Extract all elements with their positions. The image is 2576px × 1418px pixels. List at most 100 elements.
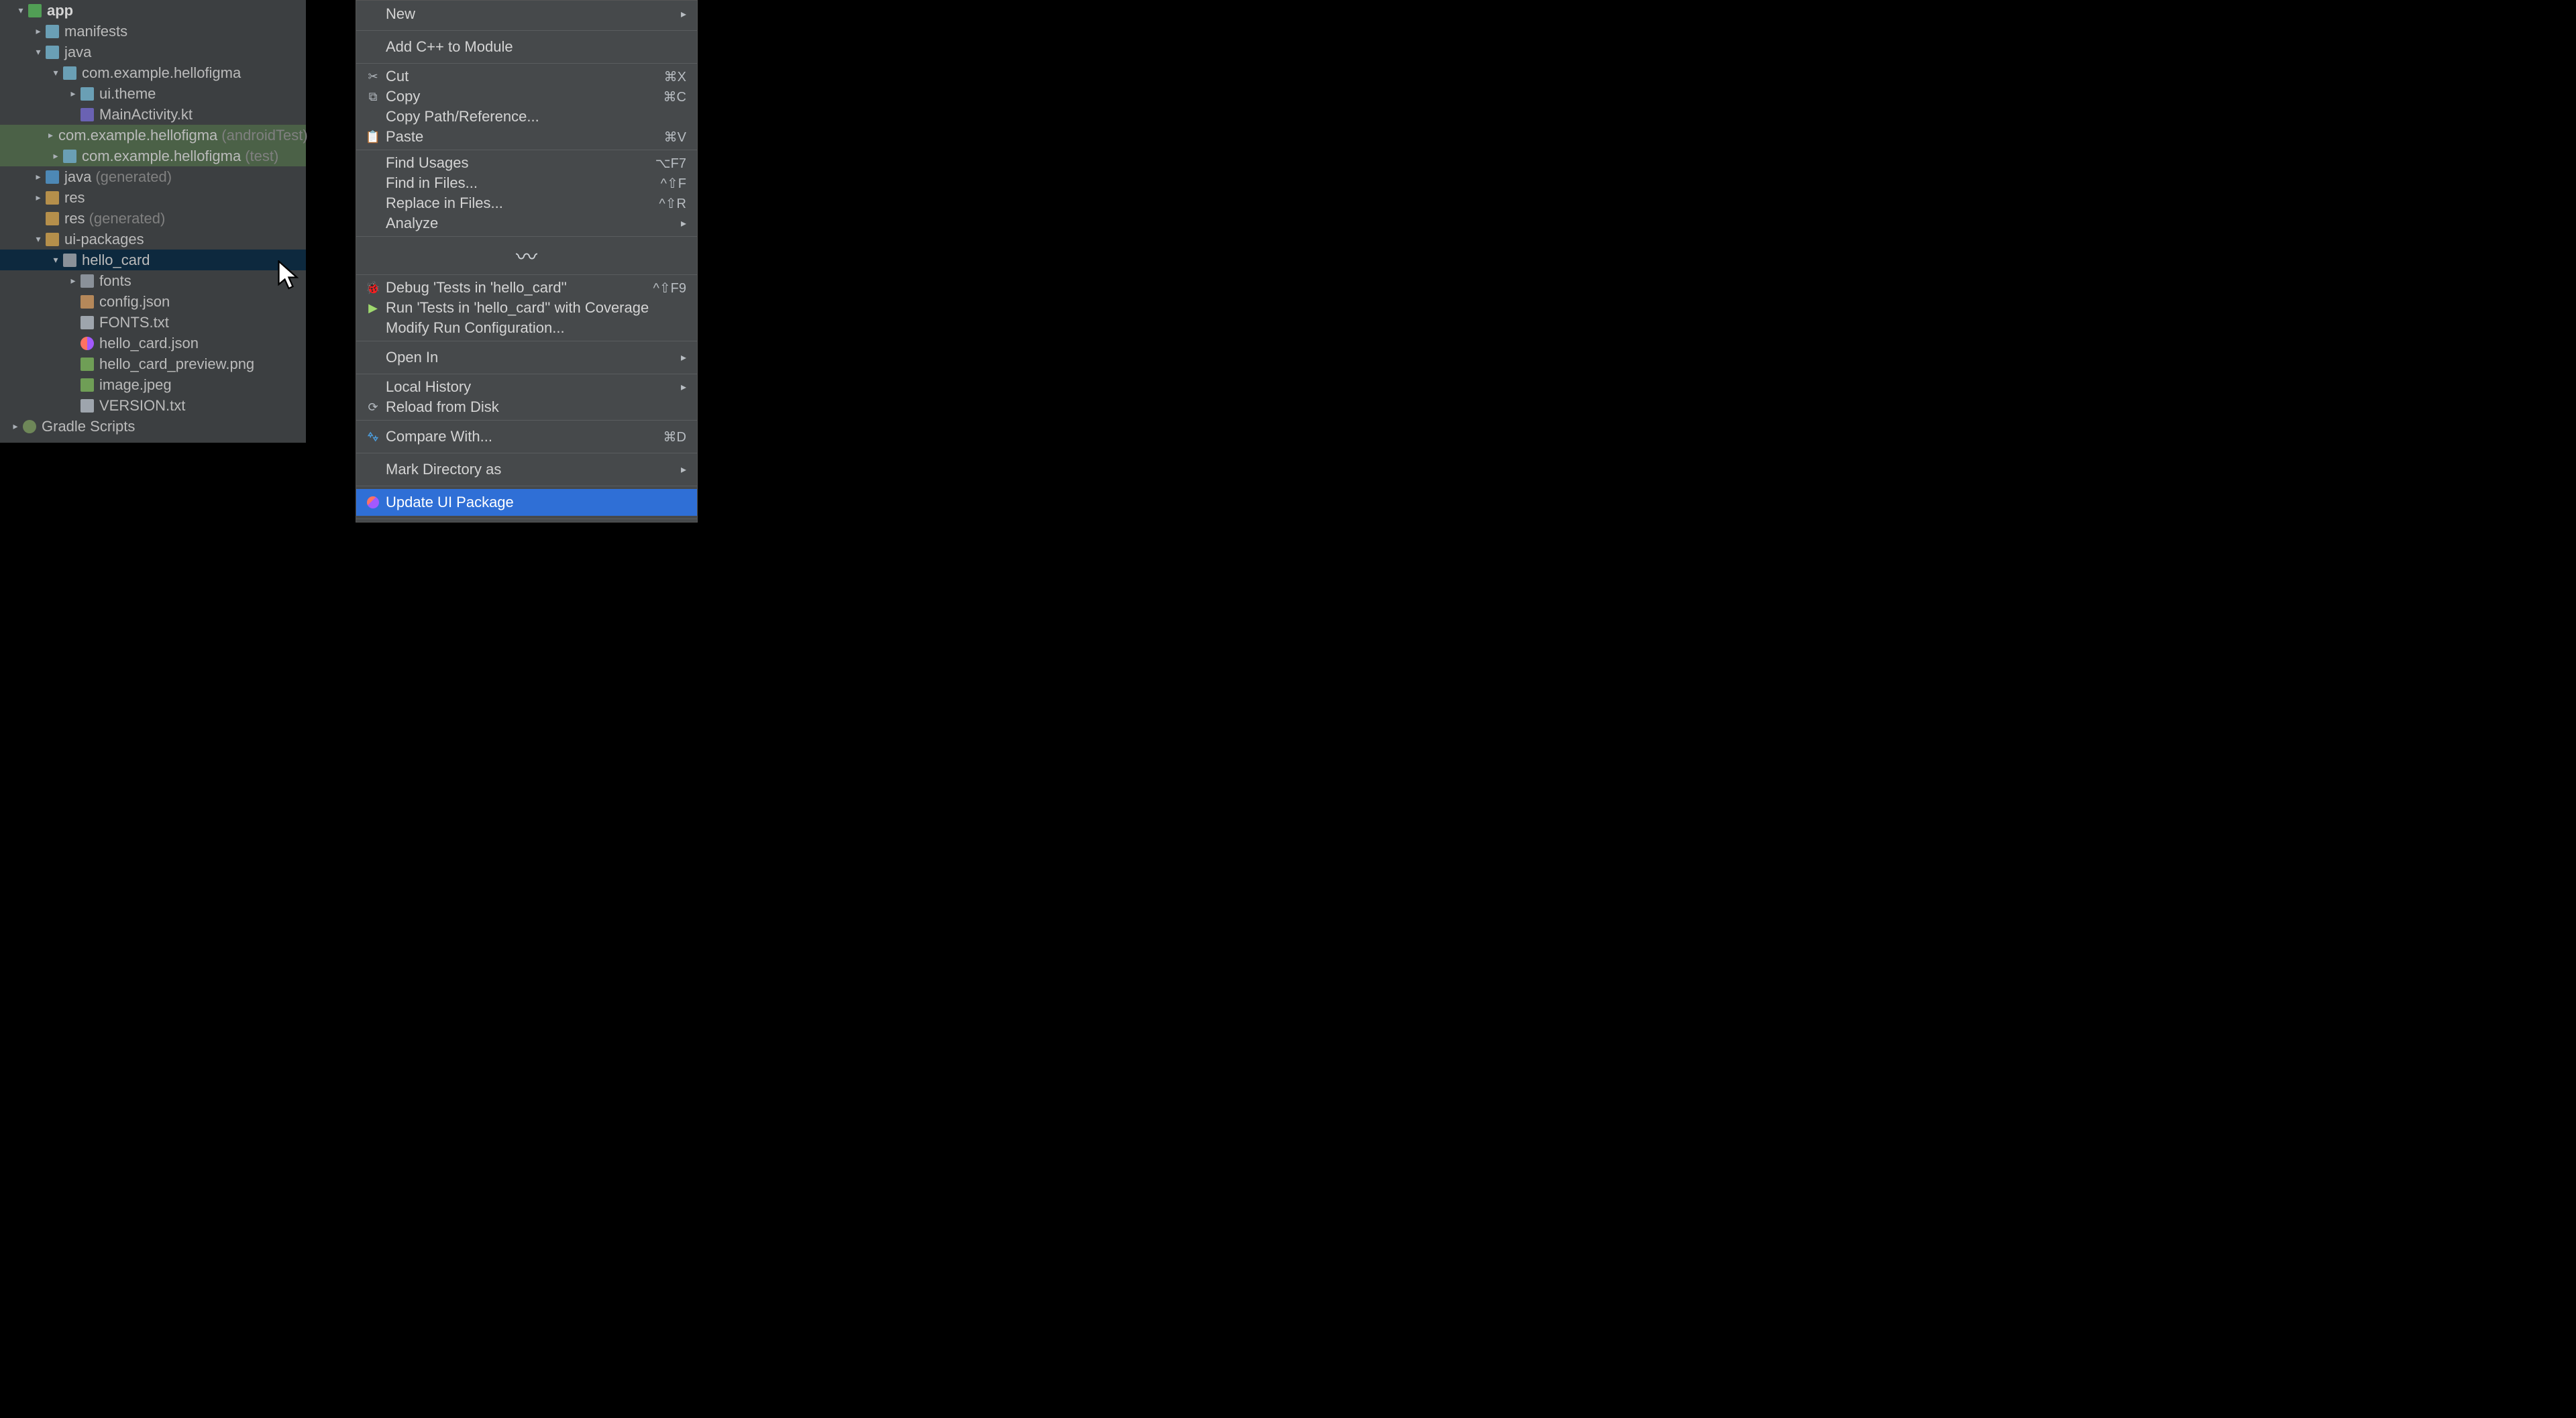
tree-suffix: (test) <box>245 148 278 165</box>
menu-label: Run 'Tests in 'hello_card'' with Coverag… <box>386 299 686 317</box>
chevron-down-icon: ▾ <box>31 233 46 245</box>
menu-item-local-history[interactable]: • Local History ▸ <box>356 377 697 397</box>
tree-label: VERSION.txt <box>99 397 185 415</box>
folder-icon <box>46 25 59 38</box>
menu-item-cut[interactable]: ✂ Cut ⌘X <box>356 66 697 87</box>
tree-label: hello_card <box>82 252 150 269</box>
menu-shortcut: ⌘V <box>664 129 686 146</box>
tree-label: com.example.hellofigma <box>82 64 241 82</box>
menu-shortcut: ⌘D <box>663 429 686 445</box>
chevron-down-icon: ▾ <box>13 5 28 16</box>
generated-res-folder-icon <box>46 212 59 225</box>
tree-row-ui-theme[interactable]: ▸ ui.theme <box>0 83 306 104</box>
tree-row-java-generated[interactable]: ▸ java (generated) <box>0 166 306 187</box>
module-icon <box>28 4 42 17</box>
package-icon <box>80 87 94 101</box>
menu-label: Find Usages <box>386 154 647 172</box>
menu-label: Replace in Files... <box>386 195 651 212</box>
menu-item-mark-directory[interactable]: • Mark Directory as ▸ <box>356 456 697 483</box>
tree-row-res[interactable]: ▸ res <box>0 187 306 208</box>
tree-row-manifests[interactable]: ▸ manifests <box>0 21 306 42</box>
folder-icon <box>46 233 59 246</box>
menu-item-debug-tests[interactable]: 🐞 Debug 'Tests in 'hello_card'' ^⇧F9 <box>356 278 697 298</box>
menu-truncation-indicator: 〰 <box>356 239 697 272</box>
menu-separator <box>356 63 697 64</box>
tree-row-java[interactable]: ▾ java <box>0 42 306 62</box>
menu-item-copy-path[interactable]: • Copy Path/Reference... <box>356 107 697 127</box>
tree-suffix: (androidTest) <box>221 127 307 144</box>
menu-item-open-in[interactable]: • Open In ▸ <box>356 344 697 371</box>
menu-label: Add C++ to Module <box>386 38 686 56</box>
menu-item-replace-in-files[interactable]: • Replace in Files... ^⇧R <box>356 193 697 213</box>
menu-label: Cut <box>386 68 656 85</box>
menu-label: Mark Directory as <box>386 461 673 478</box>
tree-row-package-androidtest[interactable]: ▸ com.example.hellofigma (androidTest) <box>0 125 306 146</box>
chevron-right-icon: ▸ <box>8 421 23 432</box>
chevron-right-icon: ▸ <box>681 380 686 394</box>
menu-separator <box>356 30 697 31</box>
image-file-icon <box>80 378 94 392</box>
tree-label: res <box>64 210 85 227</box>
tree-label: java <box>64 168 91 186</box>
chevron-right-icon: ▸ <box>681 7 686 21</box>
menu-item-run-coverage[interactable]: ▶ Run 'Tests in 'hello_card'' with Cover… <box>356 298 697 318</box>
tree-row-version-txt[interactable]: ▸ VERSION.txt <box>0 395 306 416</box>
generated-folder-icon <box>46 170 59 184</box>
folder-icon <box>63 254 76 267</box>
menu-item-modify-run-config[interactable]: • Modify Run Configuration... <box>356 318 697 338</box>
menu-shortcut: ^⇧F <box>661 175 686 192</box>
chevron-right-icon: ▸ <box>681 351 686 364</box>
menu-item-analyze[interactable]: • Analyze ▸ <box>356 213 697 233</box>
chevron-right-icon: ▸ <box>681 217 686 230</box>
chevron-down-icon: ▾ <box>48 67 63 78</box>
menu-shortcut: ⌥F7 <box>655 155 686 172</box>
tree-label: image.jpeg <box>99 376 172 394</box>
tree-suffix: (generated) <box>89 210 166 227</box>
tree-row-hello-card-json[interactable]: ▸ hello_card.json <box>0 333 306 353</box>
menu-item-paste[interactable]: 📋 Paste ⌘V <box>356 127 697 147</box>
menu-item-compare-with[interactable]: Compare With... ⌘D <box>356 423 697 450</box>
tree-row-app[interactable]: ▾ app <box>0 0 306 21</box>
tree-row-image-jpeg[interactable]: ▸ image.jpeg <box>0 374 306 395</box>
chevron-right-icon: ▸ <box>66 275 80 286</box>
menu-label: Paste <box>386 128 656 146</box>
package-icon <box>63 150 76 163</box>
menu-shortcut: ^⇧R <box>659 195 686 212</box>
json-file-icon <box>80 295 94 309</box>
menu-item-add-cpp[interactable]: • Add C++ to Module <box>356 34 697 60</box>
res-folder-icon <box>46 191 59 205</box>
chevron-right-icon: ▸ <box>681 463 686 476</box>
menu-item-find-usages[interactable]: • Find Usages ⌥F7 <box>356 153 697 173</box>
tree-row-gradle-scripts[interactable]: ▸ Gradle Scripts <box>0 416 306 437</box>
text-file-icon <box>80 316 94 329</box>
menu-label: Reload from Disk <box>386 398 686 416</box>
menu-item-reload-disk[interactable]: ⟳ Reload from Disk <box>356 397 697 417</box>
tree-row-hello-card[interactable]: ▾ hello_card <box>0 250 306 270</box>
tree-label: FONTS.txt <box>99 314 169 331</box>
tree-row-res-generated[interactable]: ▸ res (generated) <box>0 208 306 229</box>
tree-row-fonts-txt[interactable]: ▸ FONTS.txt <box>0 312 306 333</box>
tree-row-package-test[interactable]: ▸ com.example.hellofigma (test) <box>0 146 306 166</box>
menu-item-new[interactable]: • New ▸ <box>356 1 697 28</box>
tree-label: com.example.hellofigma <box>58 127 217 144</box>
tree-row-fonts[interactable]: ▸ fonts <box>0 270 306 291</box>
tree-label: app <box>47 2 73 19</box>
tree-row-package-main[interactable]: ▾ com.example.hellofigma <box>0 62 306 83</box>
tree-suffix: (generated) <box>95 168 172 186</box>
menu-item-find-in-files[interactable]: • Find in Files... ^⇧F <box>356 173 697 193</box>
menu-item-update-ui-package[interactable]: Update UI Package <box>356 489 697 516</box>
menu-label: Debug 'Tests in 'hello_card'' <box>386 279 645 296</box>
folder-icon <box>80 274 94 288</box>
tree-label: config.json <box>99 293 170 311</box>
chevron-right-icon: ▸ <box>48 129 53 141</box>
tree-row-ui-packages[interactable]: ▾ ui-packages <box>0 229 306 250</box>
menu-item-copy[interactable]: ⧉ Copy ⌘C <box>356 87 697 107</box>
tree-row-config-json[interactable]: ▸ config.json <box>0 291 306 312</box>
tree-label: Gradle Scripts <box>42 418 135 435</box>
tree-row-mainactivity[interactable]: ▸ MainActivity.kt <box>0 104 306 125</box>
tree-row-hello-card-preview[interactable]: ▸ hello_card_preview.png <box>0 353 306 374</box>
chevron-right-icon: ▸ <box>66 88 80 99</box>
chevron-down-icon: ▾ <box>48 254 63 266</box>
menu-label: Copy <box>386 88 655 105</box>
clipboard-icon: 📋 <box>364 130 382 144</box>
